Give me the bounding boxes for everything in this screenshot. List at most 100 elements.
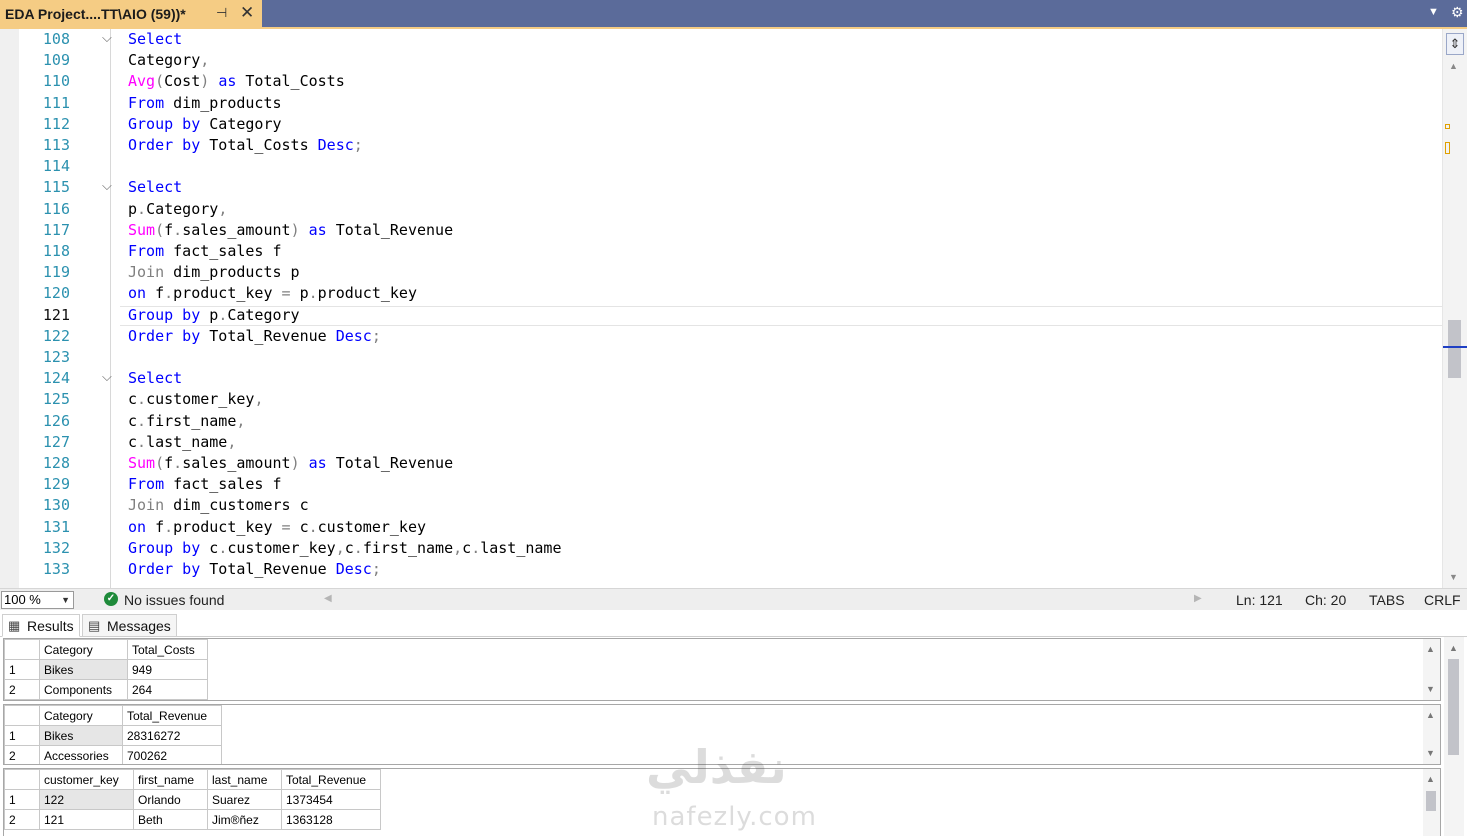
grid-cell[interactable]: 121: [39, 809, 134, 830]
issues-status[interactable]: No issues found: [124, 592, 224, 608]
code-line[interactable]: 129 From fact_sales f: [0, 474, 1440, 495]
code-line[interactable]: 133 Order by Total_Revenue Desc;: [0, 559, 1440, 580]
row-number[interactable]: 1: [4, 789, 40, 810]
result-grid-1[interactable]: Category Total_Costs 1 Bikes 949 2 Compo…: [3, 638, 1441, 701]
tab-results[interactable]: ▦ Results: [2, 614, 80, 637]
indent-mode[interactable]: TABS: [1369, 592, 1405, 608]
code-line[interactable]: 115 ⌵ Select: [0, 177, 1440, 198]
code-line[interactable]: 114: [0, 156, 1440, 177]
pin-icon[interactable]: ⊣: [216, 5, 227, 21]
zoom-select[interactable]: 100 % ▼: [1, 591, 74, 609]
code-line[interactable]: 119 Join dim_products p: [0, 262, 1440, 283]
grid-cell[interactable]: 1363128: [281, 809, 381, 830]
row-number[interactable]: 2: [4, 679, 40, 700]
scroll-up-icon[interactable]: ▲: [1449, 61, 1458, 71]
column-indicator[interactable]: Ch: 20: [1305, 592, 1346, 608]
code-line[interactable]: 118 From fact_sales f: [0, 241, 1440, 262]
grid-3-scrollbar[interactable]: ▲: [1423, 769, 1440, 836]
grid-1-scrollbar[interactable]: ▲ ▼: [1423, 639, 1440, 700]
grid-cell[interactable]: Jim®ñez: [207, 809, 282, 830]
table-row: 1 Bikes 949: [4, 659, 208, 680]
code-token: c: [290, 517, 309, 536]
column-header[interactable]: customer_key: [39, 769, 134, 790]
corner-cell[interactable]: [4, 705, 40, 726]
grid-cell[interactable]: 700262: [122, 745, 222, 764]
scroll-up-icon[interactable]: ▲: [1426, 644, 1435, 654]
result-table-1: Category Total_Costs 1 Bikes 949 2 Compo…: [4, 639, 208, 700]
column-header[interactable]: Total_Costs: [127, 639, 208, 660]
code-line[interactable]: 117 Sum(f.sales_amount) as Total_Revenue: [0, 220, 1440, 241]
code-line[interactable]: 120 on f.product_key = p.product_key: [0, 283, 1440, 304]
code-line[interactable]: 130 Join dim_customers c: [0, 495, 1440, 516]
results-scroll-thumb[interactable]: [1448, 659, 1459, 755]
grid-cell[interactable]: Accessories: [39, 745, 123, 764]
grid-cell[interactable]: Components: [39, 679, 128, 700]
scroll-up-icon[interactable]: ▲: [1426, 774, 1435, 784]
code-line[interactable]: 132 Group by c.customer_key,c.first_name,…: [0, 538, 1440, 559]
code-line[interactable]: 124 ⌵ Select: [0, 368, 1440, 389]
row-number[interactable]: 1: [4, 725, 40, 746]
code-line[interactable]: 108 ⌵ Select: [0, 29, 1440, 50]
document-tab[interactable]: EDA Project....TT\AIO (59))* ⊣ ✕: [0, 0, 262, 28]
gear-icon[interactable]: ⚙: [1451, 4, 1464, 21]
corner-cell[interactable]: [4, 639, 40, 660]
code-line[interactable]: 113 Order by Total_Costs Desc;: [0, 135, 1440, 156]
grid-cell[interactable]: Orlando: [133, 789, 208, 810]
grid-3-scroll-thumb[interactable]: [1426, 791, 1436, 811]
code-line[interactable]: 112 Group by Category: [0, 114, 1440, 135]
grid-cell[interactable]: 949: [127, 659, 208, 680]
grid-cell[interactable]: Bikes: [39, 725, 123, 746]
grid-cell[interactable]: Beth: [133, 809, 208, 830]
split-editor-icon[interactable]: ⇕: [1446, 33, 1464, 55]
code-line[interactable]: 128 Sum(f.sales_amount) as Total_Revenue: [0, 453, 1440, 474]
grid-cell[interactable]: 264: [127, 679, 208, 700]
code-line[interactable]: 127 c.last_name,: [0, 432, 1440, 453]
row-number[interactable]: 2: [4, 745, 40, 764]
scroll-down-icon[interactable]: ▼: [1449, 572, 1458, 582]
editor-scroll-thumb[interactable]: [1448, 320, 1461, 378]
grid-cell[interactable]: 122: [39, 789, 134, 810]
code-line[interactable]: 123: [0, 347, 1440, 368]
line-ending[interactable]: CRLF: [1424, 592, 1461, 608]
code-line[interactable]: 121 Group by p.Category: [0, 305, 1440, 326]
scroll-down-icon[interactable]: ▼: [1426, 748, 1435, 758]
code-line[interactable]: 125 c.customer_key,: [0, 389, 1440, 410]
collapse-chevron-icon[interactable]: ⌵: [102, 176, 112, 197]
scroll-right-icon[interactable]: ▶: [1194, 593, 1202, 604]
code-line[interactable]: 126 c.first_name,: [0, 411, 1440, 432]
column-header[interactable]: Total_Revenue: [122, 705, 222, 726]
code-line[interactable]: 111 From dim_products: [0, 93, 1440, 114]
code-line[interactable]: 116 p.Category,: [0, 199, 1440, 220]
code-line[interactable]: 110 Avg(Cost) as Total_Costs: [0, 71, 1440, 92]
code-line[interactable]: 122 Order by Total_Revenue Desc;: [0, 326, 1440, 347]
collapse-chevron-icon[interactable]: ⌵: [102, 29, 112, 49]
column-header[interactable]: Category: [39, 705, 123, 726]
sql-editor[interactable]: 108 ⌵ Select 109 Category, 110 Avg(Cost) as To…: [0, 29, 1467, 588]
grid-2-scrollbar[interactable]: ▲ ▼: [1423, 705, 1440, 764]
line-indicator[interactable]: Ln: 121: [1236, 592, 1283, 608]
results-vertical-scrollbar[interactable]: ▲: [1444, 637, 1464, 836]
tab-messages[interactable]: ▤ Messages: [82, 614, 177, 637]
scroll-up-icon[interactable]: ▲: [1426, 710, 1435, 720]
code-line[interactable]: 131 on f.product_key = c.customer_key: [0, 517, 1440, 538]
collapse-chevron-icon[interactable]: ⌵: [102, 367, 112, 388]
row-number[interactable]: 2: [4, 809, 40, 830]
corner-cell[interactable]: [4, 769, 40, 790]
grid-cell[interactable]: 1373454: [281, 789, 381, 810]
scroll-up-icon[interactable]: ▲: [1449, 643, 1458, 653]
tab-list-dropdown-icon[interactable]: ▼: [1428, 6, 1439, 18]
close-icon[interactable]: ✕: [240, 3, 254, 23]
column-header[interactable]: last_name: [207, 769, 282, 790]
column-header[interactable]: first_name: [133, 769, 208, 790]
row-number[interactable]: 1: [4, 659, 40, 680]
column-header[interactable]: Category: [39, 639, 128, 660]
editor-vertical-scrollbar[interactable]: [1442, 29, 1467, 588]
grid-cell[interactable]: Suarez: [207, 789, 282, 810]
column-header[interactable]: Total_Revenue: [281, 769, 381, 790]
code-token: dim_products: [164, 93, 282, 112]
grid-cell[interactable]: 28316272: [122, 725, 222, 746]
scroll-down-icon[interactable]: ▼: [1426, 684, 1435, 694]
code-line[interactable]: 109 Category,: [0, 50, 1440, 71]
scroll-left-icon[interactable]: ◀: [324, 593, 332, 604]
grid-cell[interactable]: Bikes: [39, 659, 128, 680]
